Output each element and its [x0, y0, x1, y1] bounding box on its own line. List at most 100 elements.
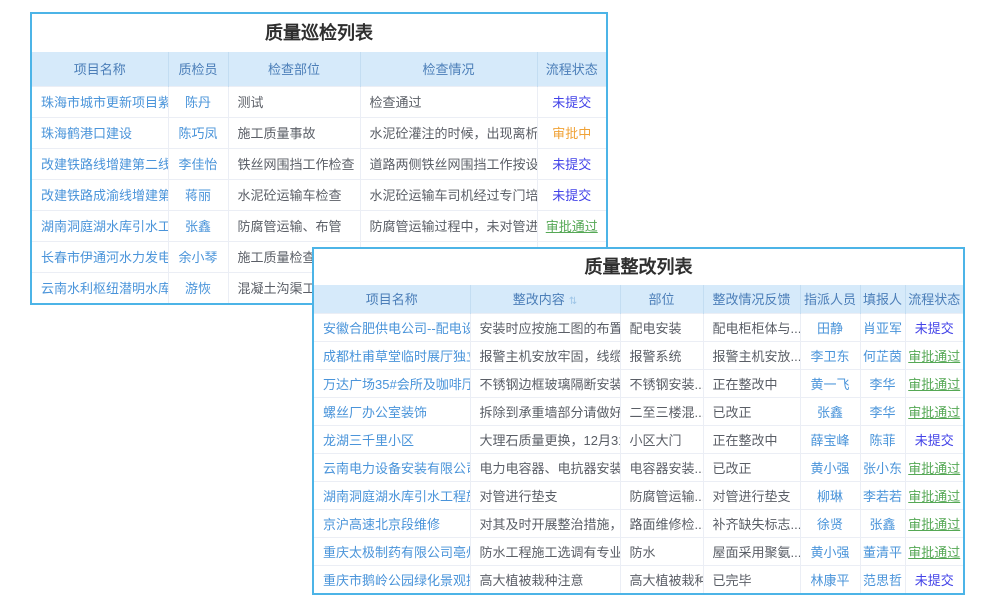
col-header-content-label: 整改内容	[513, 292, 565, 307]
assignee-name[interactable]: 黄一飞	[800, 369, 860, 397]
status-badge: 未提交	[537, 179, 606, 210]
table-row: 重庆太极制药有限公司亳州中... 防水工程施工选调有专业资质... 防水 屋面采…	[314, 537, 963, 565]
status-badge[interactable]: 审批通过	[905, 509, 963, 537]
project-name-link[interactable]: 云南水利枢纽潜明水库...	[32, 272, 168, 303]
status-badge[interactable]: 审批通过	[905, 453, 963, 481]
col-header-part: 检查部位	[228, 52, 360, 86]
project-name-link[interactable]: 珠海市城市更新项目紫...	[32, 86, 168, 117]
rectify-table-panel: 质量整改列表 项目名称 整改内容⇅ 部位 整改情况反馈 指派人员 填报人 流程状…	[312, 247, 965, 595]
table-row: 重庆市鹅岭公园绿化景观提升... 高大植被栽种注意 高大植被栽种 已完毕 林康平…	[314, 565, 963, 593]
project-name-link[interactable]: 龙湖三千里小区	[314, 425, 470, 453]
reporter-name[interactable]: 张鑫	[860, 509, 905, 537]
inspector-name[interactable]: 陈巧凤	[168, 117, 228, 148]
assignee-name[interactable]: 徐贤	[800, 509, 860, 537]
reporter-name[interactable]: 李华	[860, 369, 905, 397]
inspection-situation: 防腐管运输过程中，未对管进行...	[360, 210, 537, 241]
col-header-status: 流程状态	[905, 285, 963, 313]
inspector-name[interactable]: 李佳怡	[168, 148, 228, 179]
inspection-situation: 道路两侧铁丝网围挡工作按设计...	[360, 148, 537, 179]
rectify-part: 二至三楼混...	[620, 397, 703, 425]
project-name-link[interactable]: 京沪高速北京段维修	[314, 509, 470, 537]
table-row: 改建铁路线增建第二线... 李佳怡 铁丝网围挡工作检查 道路两侧铁丝网围挡工作按…	[32, 148, 606, 179]
project-name-link[interactable]: 安徽合肥供电公司--配电设备...	[314, 313, 470, 341]
project-name-link[interactable]: 成都杜甫草堂临时展厅独立展...	[314, 341, 470, 369]
project-name-link[interactable]: 螺丝厂办公室装饰	[314, 397, 470, 425]
reporter-name[interactable]: 张小东	[860, 453, 905, 481]
status-badge[interactable]: 审批通过	[905, 481, 963, 509]
assignee-name[interactable]: 张鑫	[800, 397, 860, 425]
col-header-content: 整改内容 ⇅	[470, 285, 620, 313]
rectify-feedback: 已改正	[703, 397, 800, 425]
rectify-part: 高大植被栽种	[620, 565, 703, 593]
assignee-name[interactable]: 田静	[800, 313, 860, 341]
project-name-link[interactable]: 万达广场35#会所及咖啡厅空...	[314, 369, 470, 397]
rectify-part: 路面维修检...	[620, 509, 703, 537]
status-badge[interactable]: 审批通过	[905, 397, 963, 425]
inspector-name[interactable]: 游恢	[168, 272, 228, 303]
project-name-link[interactable]: 湖南洞庭湖水库引水工...	[32, 210, 168, 241]
project-name-link[interactable]: 长春市伊通河水力发电...	[32, 241, 168, 272]
table-row: 珠海市城市更新项目紫... 陈丹 测试 检查通过 未提交	[32, 86, 606, 117]
inspector-name[interactable]: 余小琴	[168, 241, 228, 272]
rectify-part: 防水	[620, 537, 703, 565]
project-name-link[interactable]: 重庆太极制药有限公司亳州中...	[314, 537, 470, 565]
inspector-name[interactable]: 蒋丽	[168, 179, 228, 210]
project-name-link[interactable]: 云南电力设备安装有限公司20...	[314, 453, 470, 481]
project-name-link[interactable]: 改建铁路成渝线增建第...	[32, 179, 168, 210]
project-name-link[interactable]: 改建铁路线增建第二线...	[32, 148, 168, 179]
assignee-name[interactable]: 柳琳	[800, 481, 860, 509]
rectify-content: 报警主机安放牢固，线缆连接...	[470, 341, 620, 369]
inspection-situation: 水泥砼灌注的时候，出现离析现象	[360, 117, 537, 148]
rectify-feedback: 屋面采用聚氨...	[703, 537, 800, 565]
status-badge[interactable]: 审批通过	[537, 210, 606, 241]
reporter-name[interactable]: 肖亚军	[860, 313, 905, 341]
rectify-content: 电力电容器、电抗器安装方案,...	[470, 453, 620, 481]
project-name-link[interactable]: 湖南洞庭湖水库引水工程施工标	[314, 481, 470, 509]
inspection-situation: 水泥砼运输车司机经过专门培训...	[360, 179, 537, 210]
table-row: 改建铁路成渝线增建第... 蒋丽 水泥砼运输车检查 水泥砼运输车司机经过专门培训…	[32, 179, 606, 210]
sort-icon[interactable]: ⇅	[569, 296, 577, 307]
rectify-content: 对其及时开展整治措施，桥头...	[470, 509, 620, 537]
table-row: 京沪高速北京段维修 对其及时开展整治措施，桥头... 路面维修检... 补齐缺失…	[314, 509, 963, 537]
table-row: 湖南洞庭湖水库引水工程施工标 对管进行垫支 防腐管运输... 对管进行垫支 柳琳…	[314, 481, 963, 509]
status-badge[interactable]: 审批通过	[905, 537, 963, 565]
col-header-situation: 检查情况	[360, 52, 537, 86]
status-badge[interactable]: 审批通过	[905, 341, 963, 369]
table-row: 云南电力设备安装有限公司20... 电力电容器、电抗器安装方案,... 电容器安…	[314, 453, 963, 481]
table-row: 珠海鹤港口建设 陈巧凤 施工质量事故 水泥砼灌注的时候，出现离析现象 审批中	[32, 117, 606, 148]
reporter-name[interactable]: 范思哲	[860, 565, 905, 593]
inspector-name[interactable]: 张鑫	[168, 210, 228, 241]
rectify-part: 防腐管运输...	[620, 481, 703, 509]
assignee-name[interactable]: 黄小强	[800, 537, 860, 565]
project-name-link[interactable]: 重庆市鹅岭公园绿化景观提升...	[314, 565, 470, 593]
inspection-situation: 检查通过	[360, 86, 537, 117]
col-header-inspector: 质检员	[168, 52, 228, 86]
inspector-name[interactable]: 陈丹	[168, 86, 228, 117]
rectify-part: 小区大门	[620, 425, 703, 453]
assignee-name[interactable]: 李卫东	[800, 341, 860, 369]
rectify-feedback: 已改正	[703, 453, 800, 481]
rectify-content: 拆除到承重墙部分请做好加固...	[470, 397, 620, 425]
col-header-project: 项目名称	[32, 52, 168, 86]
assignee-name[interactable]: 薛宝峰	[800, 425, 860, 453]
reporter-name[interactable]: 李华	[860, 397, 905, 425]
reporter-name[interactable]: 何芷茵	[860, 341, 905, 369]
project-name-link[interactable]: 珠海鹤港口建设	[32, 117, 168, 148]
reporter-name[interactable]: 陈菲	[860, 425, 905, 453]
inspection-table-title: 质量巡检列表	[32, 14, 606, 52]
status-badge[interactable]: 审批通过	[905, 369, 963, 397]
rectify-feedback: 补齐缺失标志...	[703, 509, 800, 537]
status-badge: 审批中	[537, 117, 606, 148]
rectify-content: 防水工程施工选调有专业资质...	[470, 537, 620, 565]
status-badge: 未提交	[537, 86, 606, 117]
reporter-name[interactable]: 董清平	[860, 537, 905, 565]
rectify-feedback: 已完毕	[703, 565, 800, 593]
rectify-header-row: 项目名称 整改内容⇅ 部位 整改情况反馈 指派人员 填报人 流程状态	[314, 285, 963, 313]
rectify-content: 不锈钢边框玻璃隔断安装不牢...	[470, 369, 620, 397]
page-canvas: 质量巡检列表 项目名称 质检员 检查部位 检查情况 流程状态 珠海市城市更新项目…	[0, 0, 1000, 600]
rectify-content: 安装时应按施工图的布置，将...	[470, 313, 620, 341]
reporter-name[interactable]: 李若若	[860, 481, 905, 509]
assignee-name[interactable]: 黄小强	[800, 453, 860, 481]
assignee-name[interactable]: 林康平	[800, 565, 860, 593]
table-row: 湖南洞庭湖水库引水工... 张鑫 防腐管运输、布管 防腐管运输过程中，未对管进行…	[32, 210, 606, 241]
